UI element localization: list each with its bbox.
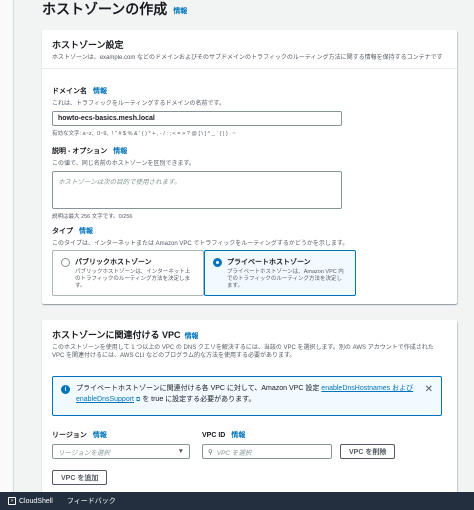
- public-hosted-zone-tile[interactable]: パブリックホストゾーン パブリックホストゾーンは、インターネット上のトラフィック…: [52, 250, 204, 296]
- type-description: このタイプは、インターネットまたは Amazon VPC でトラフィックをルーテ…: [52, 241, 349, 247]
- domain-name-constraint: 有効な文字: a~z、0~9、! " # $ % & ' ( ) * + , -…: [52, 131, 236, 137]
- private-zone-radio[interactable]: [213, 257, 222, 267]
- page-info-link[interactable]: 情報: [173, 6, 187, 16]
- type-info-link[interactable]: 情報: [79, 226, 93, 236]
- side-navigation-strip: [0, 0, 14, 492]
- vpc-panel-title: ホストゾーンに関連付ける VPC: [52, 330, 181, 340]
- description-constraint: 説明は最大 256 文字です。0/256: [52, 214, 133, 220]
- vpc-id-field: VPC ID 情報 ⚲ VPC を選択: [202, 430, 332, 459]
- region-label: リージョン: [52, 432, 87, 439]
- page-title: ホストゾーンの作成: [42, 1, 168, 17]
- public-zone-description: パブリックホストゾーンは、インターネット上のトラフィックのルーティング方法を決定…: [75, 269, 191, 289]
- private-hosted-zone-tile[interactable]: プライベートホストゾーン プライベートホストゾーンは、Amazon VPC 内で…: [204, 250, 356, 296]
- region-select[interactable]: リージョンを選択 ▼: [52, 444, 190, 459]
- vpc-id-info-link[interactable]: 情報: [231, 430, 245, 440]
- vpc-association-panel: ホストゾーンに関連付ける VPC 情報 このホストゾーンを使用して 1 つ以上の…: [42, 320, 457, 496]
- alert-text-before: プライベートホストゾーンに関連付ける各 VPC に対して、Amazon VPC …: [76, 385, 320, 392]
- vpc-dns-alert: i プライベートホストゾーンに関連付ける各 VPC に対して、Amazon VP…: [52, 376, 442, 416]
- external-link-icon: ⧉: [135, 397, 141, 403]
- description-textarea[interactable]: ホストゾーンは次の目的で使用されます。: [52, 171, 342, 209]
- region-field: リージョン 情報 リージョンを選択 ▼: [52, 430, 190, 459]
- description-hint: この値で、同じ名前のホストゾーンを区別できます。: [52, 161, 195, 167]
- region-info-link[interactable]: 情報: [93, 430, 107, 440]
- type-label: タイプ: [52, 228, 73, 235]
- type-field: タイプ 情報 このタイプは、インターネットまたは Amazon VPC でトラフ…: [52, 226, 348, 247]
- remove-vpc-button[interactable]: VPC を削除: [340, 444, 396, 459]
- settings-panel-title: ホストゾーン設定: [52, 40, 124, 50]
- region-select-placeholder: リージョンを選択: [58, 449, 110, 457]
- close-icon[interactable]: ✕: [425, 384, 433, 395]
- domain-name-info-link[interactable]: 情報: [93, 86, 107, 96]
- private-zone-title: プライベートホストゾーン: [227, 259, 311, 266]
- private-zone-description: プライベートホストゾーンは、Amazon VPC 内でのトラフィックのルーティン…: [227, 269, 344, 289]
- search-icon: ⚲: [208, 448, 213, 456]
- domain-name-description: これは、トラフィックをルーティングするドメインの名前です。: [52, 101, 225, 107]
- vpc-panel-description: このホストゾーンを使用して 1 つ以上の VPC の DNS クエリを解決するに…: [52, 345, 434, 359]
- feedback-link[interactable]: フィードバック: [67, 496, 116, 506]
- caret-down-icon: ▼: [177, 448, 184, 455]
- description-field: 説明 - オプション 情報 この値で、同じ名前のホストゾーンを区別できます。 ホ…: [52, 146, 342, 220]
- domain-name-field: ドメイン名 情報 これは、トラフィックをルーティングするドメインの名前です。 h…: [52, 86, 342, 137]
- add-vpc-button[interactable]: VPC を追加: [52, 470, 108, 485]
- settings-divider: [42, 68, 457, 69]
- alert-text-after: を true に設定する必要があります。: [142, 396, 256, 403]
- domain-name-input[interactable]: howto-ecs-basics.mesh.local: [52, 111, 342, 126]
- alert-message: プライベートホストゾーンに関連付ける各 VPC に対して、Amazon VPC …: [76, 383, 433, 409]
- vpc-id-label: VPC ID: [202, 432, 226, 439]
- vpc-id-search[interactable]: ⚲ VPC を選択: [202, 444, 332, 459]
- page-header: ホストゾーンの作成 情報: [42, 0, 187, 16]
- public-zone-title: パブリックホストゾーン: [75, 259, 152, 266]
- description-label: 説明 - オプション: [52, 148, 108, 155]
- cloudshell-label: CloudShell: [19, 497, 53, 505]
- console-footer: > CloudShell フィードバック: [0, 492, 474, 510]
- domain-name-label: ドメイン名: [52, 88, 87, 95]
- public-zone-radio[interactable]: [61, 257, 70, 267]
- vpc-id-placeholder: VPC を選択: [216, 449, 252, 457]
- hosted-zone-settings-panel: ホストゾーン設定 ホストゾーンは、example.com などのドメインおよびそ…: [42, 30, 457, 304]
- settings-panel-description: ホストゾーンは、example.com などのドメインおよびそのサブドメインのト…: [52, 55, 443, 61]
- terminal-icon: >: [8, 497, 16, 505]
- info-icon: i: [61, 385, 70, 394]
- description-info-link[interactable]: 情報: [113, 146, 127, 156]
- vpc-panel-info-link[interactable]: 情報: [185, 331, 199, 341]
- cloudshell-button[interactable]: > CloudShell: [8, 497, 53, 505]
